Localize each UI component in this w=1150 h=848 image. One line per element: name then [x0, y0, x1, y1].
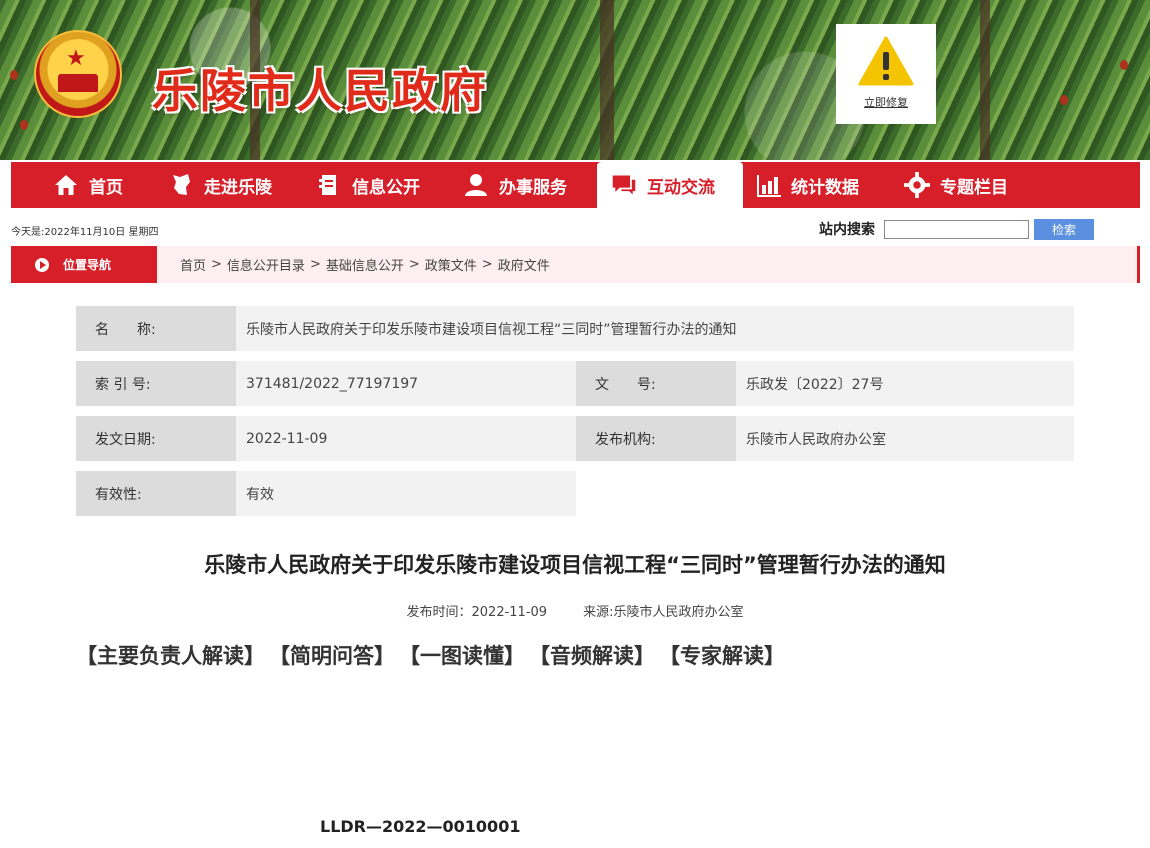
- location-tag-label: 位置导航: [63, 258, 112, 272]
- breadcrumb-separator: >: [309, 257, 321, 272]
- nav-label: 专题栏目: [940, 177, 1008, 198]
- search-input[interactable]: [884, 220, 1029, 239]
- meta-row-docno: 文 号: 乐政发〔2022〕27号: [576, 361, 1074, 406]
- site-title: 乐陵市人民政府: [152, 64, 488, 118]
- nav-label: 办事服务: [499, 177, 567, 198]
- article-title: 乐陵市人民政府关于印发乐陵市建设项目信视工程“三同时”管理暂行办法的通知: [204, 553, 946, 577]
- breadcrumb-item[interactable]: 基础信息公开: [326, 255, 404, 274]
- meta-value: 有效: [236, 471, 576, 516]
- meta-row-index: 索 引 号: 371481/2022_77197197: [76, 361, 576, 406]
- nav-topics[interactable]: 专题栏目: [904, 162, 1008, 208]
- nav-info-public[interactable]: 信息公开: [316, 162, 420, 208]
- nav-home[interactable]: 首页: [53, 162, 123, 208]
- meta-value: 2022-11-09: [236, 416, 576, 461]
- nav-services[interactable]: 办事服务: [463, 162, 567, 208]
- meta-label: 文 号:: [576, 361, 736, 406]
- main-nav: 首页 走进乐陵 信息公开 办事服务 互动交流 统计数据 专题栏目: [11, 162, 1140, 208]
- breadcrumb-separator: >: [481, 257, 493, 272]
- breadcrumb: 首页 > 信息公开目录 > 基础信息公开 > 政策文件 > 政府文件: [180, 246, 550, 283]
- document-code: LLDR—2022—0010001: [320, 817, 521, 836]
- meta-label: 名 称:: [76, 306, 236, 351]
- interpretation-link-leader[interactable]: 【主要负责人解读】: [76, 640, 265, 670]
- publish-info: 发布时间：2022-11-09 来源:乐陵市人民政府办公室: [0, 601, 1150, 620]
- publish-time: 发布时间：2022-11-09: [406, 605, 548, 620]
- nav-label: 统计数据: [791, 177, 859, 198]
- chat-icon: [611, 172, 637, 198]
- play-circle-icon: [35, 257, 49, 272]
- gear-icon: [904, 172, 930, 198]
- breadcrumb-item[interactable]: 政策文件: [425, 255, 477, 274]
- chart-icon: [755, 172, 781, 198]
- berry: [10, 70, 18, 80]
- warning-icon: [858, 36, 914, 86]
- meta-label: 索 引 号:: [76, 361, 236, 406]
- interpretation-link-infographic[interactable]: 【一图读懂】: [399, 640, 525, 670]
- interpretation-links: 【主要负责人解读】 【简明问答】 【一图读懂】 【音频解读】 【专家解读】: [76, 640, 789, 670]
- fix-now-link[interactable]: 立即修复: [864, 94, 908, 110]
- site-banner: ★ 乐陵市人民政府 立即修复: [0, 0, 1150, 160]
- meta-label: 发布机构:: [576, 416, 736, 461]
- breadcrumb-item[interactable]: 政府文件: [498, 255, 550, 274]
- location-tag: 位置导航: [11, 246, 157, 283]
- breadcrumb-item[interactable]: 首页: [180, 255, 206, 274]
- location-bar: 位置导航 首页 > 信息公开目录 > 基础信息公开 > 政策文件 > 政府文件: [11, 246, 1140, 283]
- tree-trunk: [980, 0, 990, 160]
- meta-row-org: 发布机构: 乐陵市人民政府办公室: [576, 416, 1074, 461]
- current-date: 今天是:2022年11月10日 星期四: [11, 227, 159, 238]
- search-label: 站内搜索: [819, 222, 875, 238]
- map-icon: [168, 172, 194, 198]
- meta-row-validity: 有效性: 有效: [76, 471, 576, 516]
- breadcrumb-separator: >: [211, 257, 222, 272]
- interpretation-link-qa[interactable]: 【简明问答】: [269, 640, 395, 670]
- nav-label: 互动交流: [647, 177, 715, 198]
- meta-row-name: 名 称: 乐陵市人民政府关于印发乐陵市建设项目信视工程“三同时”管理暂行办法的通…: [76, 306, 1074, 351]
- meta-value: 乐政发〔2022〕27号: [736, 361, 1074, 406]
- nav-statistics[interactable]: 统计数据: [755, 162, 859, 208]
- person-icon: [463, 172, 489, 198]
- berry: [1060, 95, 1068, 105]
- meta-value: 乐陵市人民政府关于印发乐陵市建设项目信视工程“三同时”管理暂行办法的通知: [236, 306, 1074, 351]
- nav-label: 首页: [89, 177, 123, 198]
- meta-value: 371481/2022_77197197: [236, 361, 576, 406]
- breadcrumb-separator: >: [408, 257, 420, 272]
- nav-label: 信息公开: [352, 177, 420, 198]
- nav-interaction[interactable]: 互动交流: [597, 162, 743, 208]
- tree-trunk: [600, 0, 614, 160]
- breadcrumb-item[interactable]: 信息公开目录: [227, 255, 305, 274]
- security-alert-box: 立即修复: [836, 24, 936, 124]
- interpretation-link-audio[interactable]: 【音频解读】: [529, 640, 655, 670]
- national-emblem-icon: ★: [34, 30, 122, 118]
- publish-source: 来源:乐陵市人民政府办公室: [583, 605, 744, 620]
- home-icon: [53, 172, 79, 198]
- document-icon: [316, 172, 342, 198]
- interpretation-link-expert[interactable]: 【专家解读】: [659, 640, 785, 670]
- meta-label: 发文日期:: [76, 416, 236, 461]
- meta-label: 有效性:: [76, 471, 236, 516]
- berry: [20, 120, 28, 130]
- meta-value: 乐陵市人民政府办公室: [736, 416, 1074, 461]
- meta-row-date: 发文日期: 2022-11-09: [76, 416, 576, 461]
- nav-label: 走进乐陵: [204, 177, 272, 198]
- berry: [1120, 60, 1128, 70]
- nav-about[interactable]: 走进乐陵: [168, 162, 272, 208]
- search-button[interactable]: 检索: [1034, 219, 1094, 240]
